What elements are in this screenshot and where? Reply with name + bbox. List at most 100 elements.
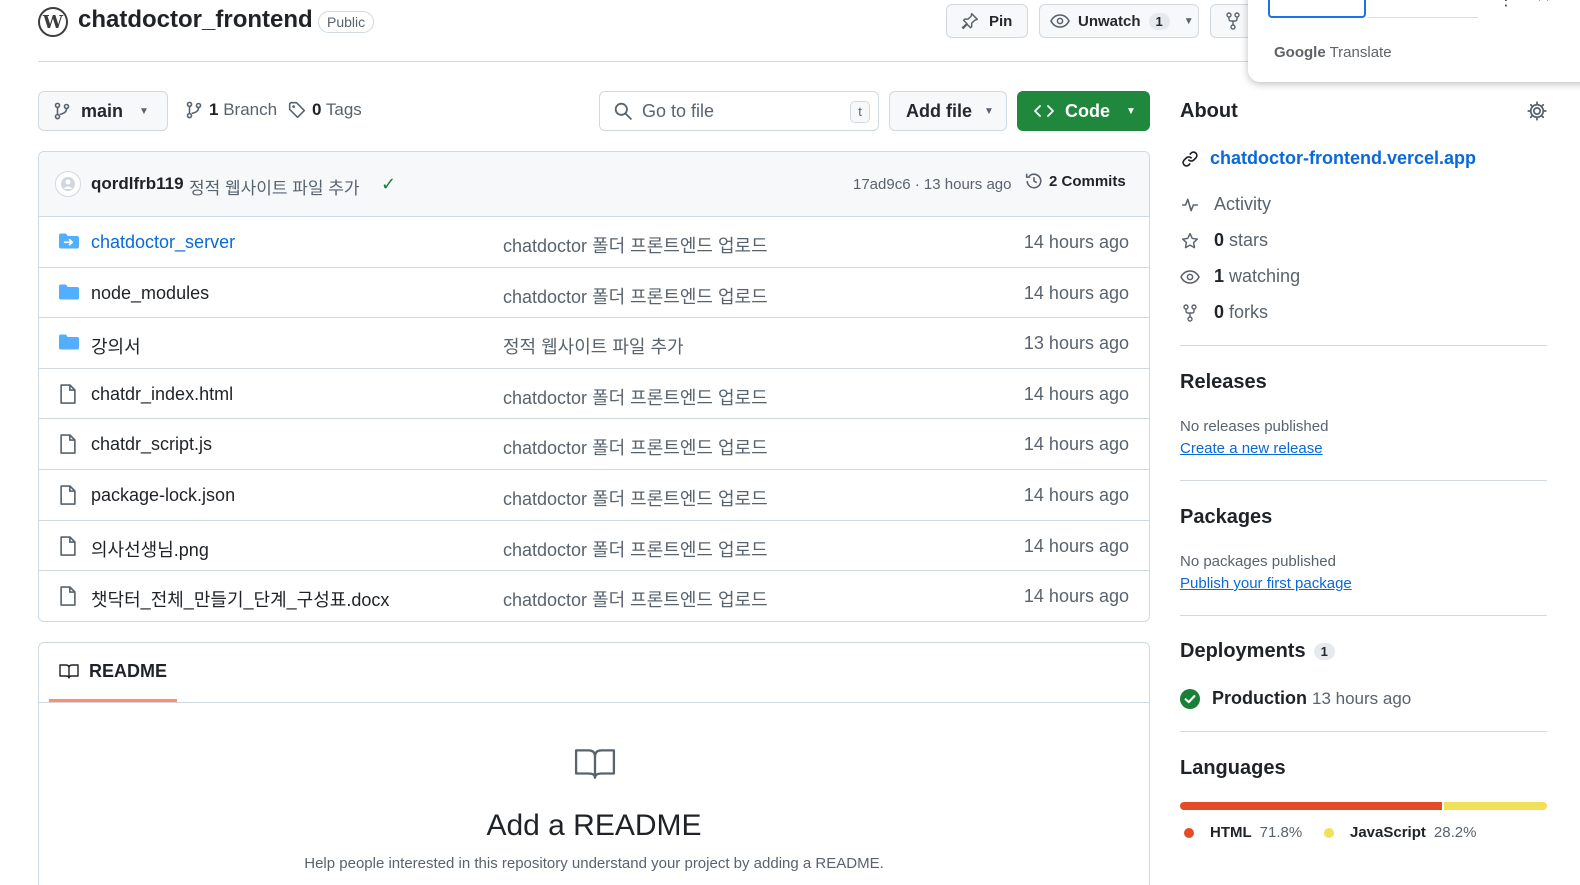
git-branch-icon: [54, 102, 70, 120]
activity-link[interactable]: Activity: [1180, 194, 1271, 215]
stars-link[interactable]: 0 stars: [1180, 230, 1268, 251]
pulse-icon: [1182, 198, 1198, 211]
forks-link[interactable]: 0 forks: [1180, 302, 1268, 323]
file-row[interactable]: package-lock.json chatdoctor 폴더 프론트엔드 업로드…: [39, 470, 1149, 521]
publish-package-link[interactable]: Publish your first package: [1180, 575, 1352, 592]
language-dot: [1324, 827, 1334, 838]
pin-button[interactable]: Pin: [946, 4, 1028, 38]
translate-source-language-tab[interactable]: [1268, 0, 1366, 18]
go-to-file-input[interactable]: Go to file t: [599, 91, 879, 131]
check-circle-icon: [1180, 688, 1200, 709]
file-list: qordlfrb119 정적 웹사이트 파일 추가 ✓ 17ad9c6 · 13…: [38, 151, 1150, 622]
file-row[interactable]: 의사선생님.png chatdoctor 폴더 프론트엔드 업로드 14 hours…: [39, 521, 1149, 572]
pin-label: Pin: [989, 12, 1013, 30]
branches-link[interactable]: 1 Branch: [185, 100, 277, 120]
file-name-link[interactable]: node_modules: [91, 283, 209, 304]
create-release-link[interactable]: Create a new release: [1180, 440, 1323, 457]
file-row[interactable]: node_modules chatdoctor 폴더 프론트엔드 업로드 14 ho…: [39, 268, 1149, 319]
commit-author-avatar[interactable]: [55, 171, 81, 197]
releases-note: No releases published: [1180, 418, 1329, 435]
file-icon: [59, 383, 79, 404]
deployments-counter: 1: [1313, 643, 1335, 660]
code-icon: [1034, 105, 1054, 117]
more-options-icon[interactable]: ⋮: [1498, 0, 1514, 10]
commits-history-link[interactable]: 2 Commits: [1025, 172, 1126, 190]
file-commit-message[interactable]: chatdoctor 폴더 프론트엔드 업로드: [503, 232, 768, 258]
file-row[interactable]: chatdr_script.js chatdoctor 폴더 프론트엔드 업로드 1…: [39, 419, 1149, 470]
chevron-down-icon[interactable]: ▼: [1184, 16, 1194, 27]
history-icon: [1025, 173, 1042, 189]
chevron-down-icon: ▼: [139, 105, 149, 117]
file-commit-message[interactable]: chatdoctor 폴더 프론트엔드 업로드: [503, 384, 768, 410]
file-name-link[interactable]: chatdoctor_server: [91, 232, 235, 253]
file-name-link[interactable]: 의사선생님.png: [91, 536, 209, 562]
divider: [1180, 731, 1547, 732]
owner-avatar[interactable]: W: [38, 7, 68, 37]
star-icon: [1181, 232, 1199, 248]
file-name-link[interactable]: 챗닥터_전체_만들기_단계_구성표.docx: [91, 586, 389, 612]
pin-icon: [961, 12, 979, 30]
file-name-link[interactable]: chatdr_script.js: [91, 434, 212, 455]
go-to-file-placeholder: Go to file: [642, 100, 715, 121]
close-icon[interactable]: ✕: [1536, 0, 1551, 7]
tags-link[interactable]: 0 Tags: [288, 100, 362, 120]
gear-icon[interactable]: [1527, 101, 1547, 121]
file-row[interactable]: 챗닥터_전체_만들기_단계_구성표.docx chatdoctor 폴더 프론트엔…: [39, 571, 1149, 621]
releases-title[interactable]: Releases: [1180, 371, 1267, 394]
file-commit-message[interactable]: chatdoctor 폴더 프론트엔드 업로드: [503, 536, 768, 562]
language-bar-segment: [1180, 802, 1443, 810]
file-row[interactable]: chatdr_index.html chatdoctor 폴더 프론트엔드 업로드…: [39, 369, 1149, 420]
add-file-button[interactable]: Add file ▼: [889, 91, 1007, 131]
branch-selector[interactable]: main ▼: [38, 91, 168, 131]
file-icon: [59, 586, 79, 606]
add-readme-description: Help people interested in this repositor…: [304, 855, 884, 872]
code-button[interactable]: Code ▼: [1017, 91, 1150, 131]
file-commit-message[interactable]: chatdoctor 폴더 프론트엔드 업로드: [503, 283, 768, 309]
deployments-title[interactable]: Deployments 1: [1180, 640, 1335, 663]
readme-tab-label: README: [89, 660, 168, 681]
file-commit-time: 14 hours ago: [1023, 535, 1129, 556]
divider: [1180, 345, 1547, 346]
language-percent: 28.2%: [1433, 824, 1477, 841]
commit-author[interactable]: qordlfrb119: [91, 174, 184, 194]
submodule-folder-icon: [59, 232, 79, 252]
file-commit-message[interactable]: 정적 웹사이트 파일 추가: [503, 333, 684, 359]
eye-icon: [1050, 14, 1070, 28]
file-commit-time: 13 hours ago: [1023, 333, 1129, 354]
readme-empty-state: Add a README Help people interested in t…: [39, 703, 1149, 885]
file-name-link[interactable]: package-lock.json: [91, 485, 235, 506]
file-commit-time: 14 hours ago: [1023, 434, 1129, 455]
tab-readme[interactable]: README: [49, 643, 178, 702]
divider: [1180, 480, 1547, 481]
visibility-badge: Public: [318, 11, 375, 33]
check-icon[interactable]: ✓: [381, 174, 396, 195]
file-name-link[interactable]: chatdr_index.html: [91, 384, 233, 405]
deployment-item[interactable]: Production 13 hours ago: [1180, 688, 1411, 709]
watching-link[interactable]: 1 watching: [1180, 266, 1300, 287]
activity-label: Activity: [1214, 194, 1272, 214]
file-row[interactable]: chatdoctor_server chatdoctor 폴더 프론트엔드 업로드…: [39, 217, 1149, 268]
book-icon: [59, 664, 79, 679]
repo-name-link[interactable]: chatdoctor_frontend: [78, 6, 313, 34]
link-icon: [1182, 150, 1198, 167]
file-row[interactable]: 강의서 정적 웹사이트 파일 추가 13 hours ago: [39, 318, 1149, 369]
file-commit-time: 14 hours ago: [1023, 586, 1129, 607]
search-icon: [614, 102, 632, 120]
language-item[interactable]: JavaScript 28.2%: [1324, 824, 1476, 841]
website-link[interactable]: chatdoctor-frontend.vercel.app: [1180, 148, 1476, 169]
translate-target-language-tab[interactable]: [1368, 0, 1478, 18]
file-name-link[interactable]: 강의서: [91, 333, 141, 359]
file-commit-message[interactable]: chatdoctor 폴더 프론트엔드 업로드: [503, 485, 768, 511]
divider: [1180, 615, 1547, 616]
languages-bar: [1180, 802, 1547, 810]
file-commit-message[interactable]: chatdoctor 폴더 프론트엔드 업로드: [503, 586, 768, 612]
file-commit-message[interactable]: chatdoctor 폴더 프론트엔드 업로드: [503, 434, 768, 460]
languages-title: Languages: [1180, 757, 1286, 779]
language-item[interactable]: HTML 71.8%: [1184, 824, 1302, 841]
packages-title[interactable]: Packages: [1180, 506, 1272, 529]
unwatch-button[interactable]: Unwatch 1 ▼: [1039, 4, 1199, 38]
commit-message[interactable]: 정적 웹사이트 파일 추가: [189, 174, 360, 199]
commit-hash[interactable]: 17ad9c6: [853, 176, 911, 193]
latest-commit-bar: qordlfrb119 정적 웹사이트 파일 추가 ✓ 17ad9c6 · 13…: [39, 152, 1149, 217]
language-name: JavaScript: [1350, 824, 1426, 841]
